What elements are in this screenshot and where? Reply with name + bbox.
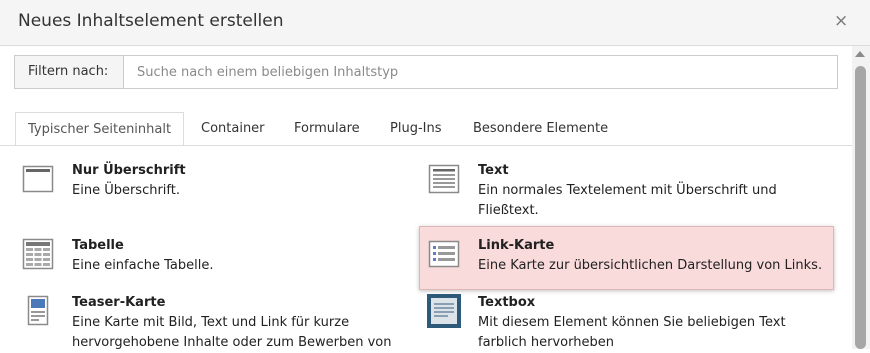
teaser-card-icon xyxy=(27,295,49,326)
filter-label: Filtern nach: xyxy=(15,56,124,88)
close-icon[interactable]: × xyxy=(834,11,848,31)
item-title: Nur Überschrift xyxy=(72,163,186,178)
item-description-line: Mit diesem Element können Sie beliebigen… xyxy=(478,315,786,330)
scrollbar-thumb[interactable] xyxy=(855,66,866,349)
item-description: Eine Karte zur übersichtlichen Darstellu… xyxy=(478,258,823,273)
dialog-title: Neues Inhaltselement erstellen xyxy=(18,11,284,31)
header-only-icon xyxy=(22,165,54,193)
item-title: Tabelle xyxy=(72,238,124,253)
item-title: Text xyxy=(478,163,509,178)
content-element-link-card[interactable]: Link-Karte Eine Karte zur übersichtliche… xyxy=(428,238,828,278)
content-element-teaser-card[interactable]: Teaser-Karte Eine Karte mit Bild, Text u… xyxy=(22,295,412,350)
item-description-line: farblich hervorheben xyxy=(478,335,614,350)
item-description: Eine Karte mit Bild, Text und Link für k… xyxy=(72,313,391,353)
item-description-line: Ein normales Textelement mit Überschrift… xyxy=(478,183,777,198)
tab-container[interactable]: Container xyxy=(201,112,265,146)
item-description: Ein normales Textelement mit Überschrift… xyxy=(478,181,777,221)
item-description-line: hervorgehobene Inhalte oder zum Bewerben… xyxy=(72,335,392,350)
item-title: Link-Karte xyxy=(478,238,555,253)
filter-bar: Filtern nach: xyxy=(14,55,838,89)
tab-formulare[interactable]: Formulare xyxy=(294,112,360,146)
item-description: Mit diesem Element können Sie beliebigen… xyxy=(478,313,786,353)
content-element-text[interactable]: Text Ein normales Textelement mit Übersc… xyxy=(428,163,848,223)
textbox-icon xyxy=(427,294,461,328)
content-element-textbox[interactable]: Textbox Mit diesem Element können Sie be… xyxy=(427,294,828,350)
content-element-table[interactable]: Tabelle Eine einfache Tabelle. xyxy=(22,238,412,278)
item-description: Eine Überschrift. xyxy=(72,183,180,198)
text-icon xyxy=(428,164,460,194)
scroll-up-arrow-icon[interactable] xyxy=(855,51,865,57)
item-description: Eine einfache Tabelle. xyxy=(72,258,214,273)
tab-typischer-seiteninhalt[interactable]: Typischer Seiteninhalt xyxy=(15,112,185,146)
item-description-line: Fließtext. xyxy=(478,203,539,218)
tab-plug-ins[interactable]: Plug-Ins xyxy=(390,112,441,146)
content-element-header[interactable]: Nur Überschrift Eine Überschrift. xyxy=(22,163,412,203)
search-input[interactable] xyxy=(125,56,837,88)
link-card-icon xyxy=(428,240,460,268)
item-title: Teaser-Karte xyxy=(72,295,166,310)
tab-besondere-elemente[interactable]: Besondere Elemente xyxy=(473,112,608,146)
dialog-header: Neues Inhaltselement erstellen × xyxy=(0,0,870,46)
tabs-divider xyxy=(0,145,852,146)
table-icon xyxy=(22,238,54,270)
item-description-line: Eine Karte mit Bild, Text und Link für k… xyxy=(72,315,350,330)
item-title: Textbox xyxy=(478,295,536,310)
